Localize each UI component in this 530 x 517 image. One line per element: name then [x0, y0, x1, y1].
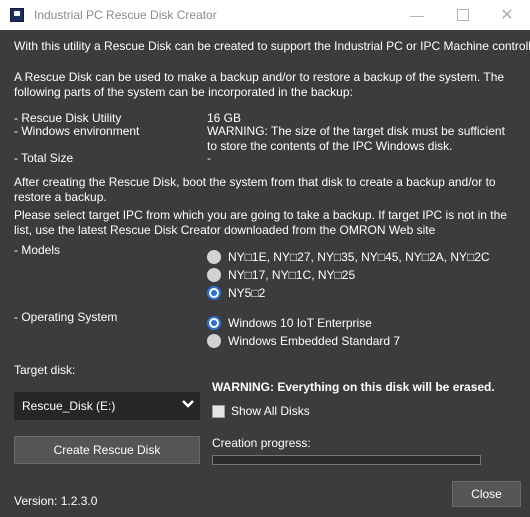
intro-text: With this utility a Rescue Disk can be c…	[14, 39, 530, 53]
show-all-disks-label: Show All Disks	[231, 404, 310, 418]
chevron-down-icon	[182, 400, 194, 408]
target-disk-label: Target disk:	[14, 363, 76, 377]
select-ipc-text: Please select target IPC from which you …	[14, 208, 507, 237]
create-rescue-disk-button[interactable]: Create Rescue Disk	[14, 436, 200, 464]
model-radio-1-label: NY□1E, NY□27, NY□35, NY□45, NY□2A, NY□2C	[228, 250, 490, 264]
maximize-icon	[457, 9, 469, 21]
close-icon: ✕	[500, 7, 514, 24]
close-button-label: Close	[471, 487, 502, 501]
title-bar[interactable]: Industrial PC Rescue Disk Creator — ✕	[0, 0, 530, 30]
target-disk-value: Rescue_Disk (E:)	[22, 399, 116, 413]
os-radio-2-label: Windows Embedded Standard 7	[228, 334, 401, 348]
windows-env-warning: WARNING: The size of the target disk mus…	[207, 124, 505, 153]
close-window-button[interactable]: ✕	[484, 0, 530, 30]
version-text: Version: 1.2.3.0	[14, 494, 98, 508]
target-disk-select[interactable]: Rescue_Disk (E:)	[14, 392, 200, 420]
total-size-value: -	[207, 151, 211, 165]
show-all-disks-checkbox[interactable]	[212, 405, 225, 418]
total-size-label: - Total Size	[14, 151, 74, 165]
model-radio-2[interactable]	[207, 268, 221, 282]
model-radio-2-label: NY□17, NY□1C, NY□25	[228, 268, 356, 282]
create-rescue-disk-label: Create Rescue Disk	[53, 443, 161, 457]
creation-progress-label: Creation progress:	[212, 436, 311, 450]
model-radio-3-label: NY5□2	[228, 286, 266, 300]
rescue-disk-creator-window: Industrial PC Rescue Disk Creator — ✕ Wi…	[0, 0, 530, 517]
os-radio-1[interactable]	[207, 316, 221, 330]
os-label: - Operating System	[14, 310, 118, 324]
app-icon	[10, 8, 24, 22]
model-radio-3[interactable]	[207, 286, 221, 300]
model-radio-1[interactable]	[207, 250, 221, 264]
minimize-button[interactable]: —	[394, 0, 440, 30]
window-title: Industrial PC Rescue Disk Creator	[34, 8, 217, 22]
backup-intro-text: A Rescue Disk can be used to make a back…	[14, 70, 505, 99]
minimize-icon: —	[410, 7, 424, 23]
maximize-button[interactable]	[440, 0, 486, 30]
close-button[interactable]: Close	[452, 481, 521, 507]
erase-warning: WARNING: Everything on this disk will be…	[212, 380, 495, 394]
models-label: - Models	[14, 243, 61, 257]
creation-progress-bar	[212, 455, 481, 465]
os-radio-1-label: Windows 10 IoT Enterprise	[228, 316, 372, 330]
after-creation-text: After creating the Rescue Disk, boot the…	[14, 175, 496, 204]
windows-env-label: - Windows environment	[14, 124, 140, 138]
os-radio-2[interactable]	[207, 334, 221, 348]
